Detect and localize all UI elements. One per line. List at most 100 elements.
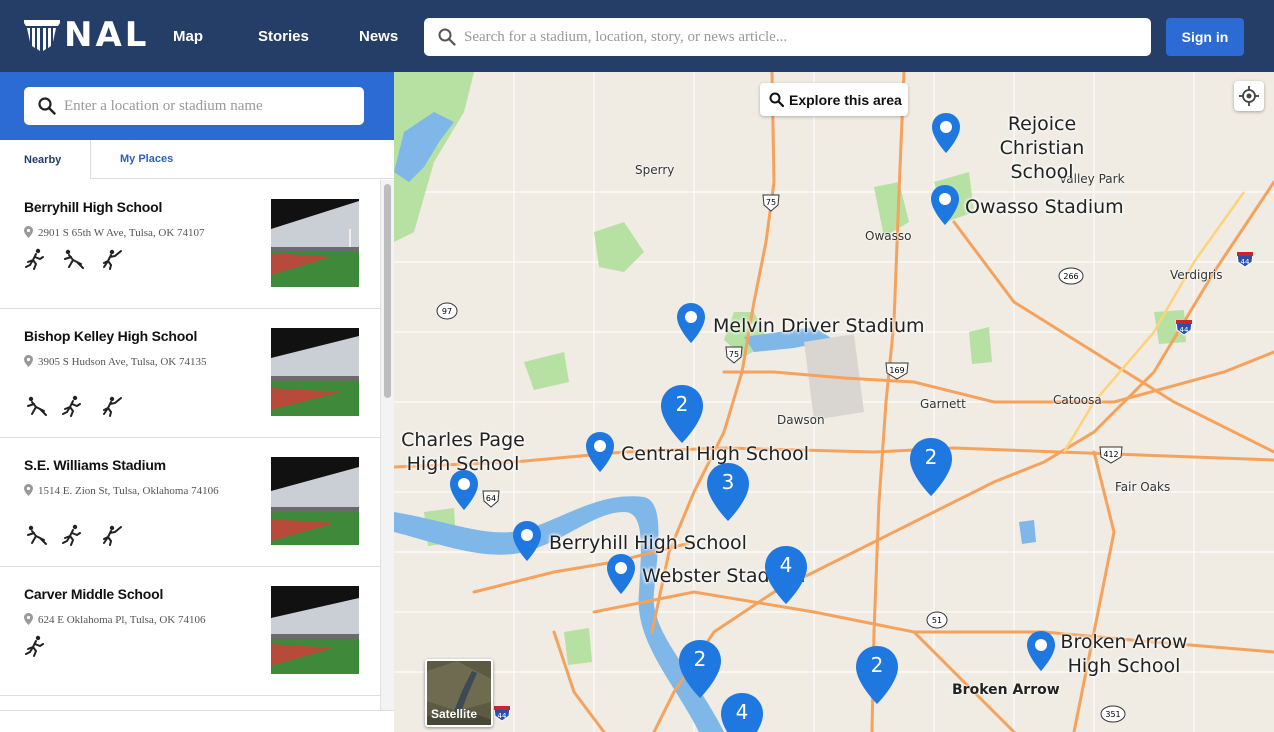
top-navigation-bar: NAL Map Stories News Sign in [0,0,1274,72]
list-item[interactable]: Bishop Kelley High School 3905 S Hudson … [0,309,380,438]
location-pin-icon [24,613,33,625]
sports-icons [24,524,132,548]
running-icon [62,524,82,546]
cluster-count: 2 [870,653,884,677]
cluster-count: 2 [693,647,707,671]
cluster-marker[interactable]: 4 [764,545,808,605]
place-label-verdigris: Verdigris [1170,268,1223,282]
stadium-label-rejoice-christian[interactable]: Rejoice Christian School [966,112,1118,184]
svg-text:44: 44 [1180,326,1189,334]
svg-text:64: 64 [486,494,496,503]
tab-nearby[interactable]: Nearby [0,140,91,179]
cluster-marker[interactable]: 2 [678,639,722,699]
state-highway-shield-icon: 266 [1058,267,1084,285]
throwing-icon [102,249,122,270]
sidebar-tabs: Nearby My Places [0,140,394,179]
tab-my-places[interactable]: My Places [91,140,201,179]
stadium-marker-icon[interactable] [449,469,479,511]
cluster-count: 4 [779,553,793,577]
stadium-label-berryhill[interactable]: Berryhill High School [549,531,747,555]
nav-news-link[interactable]: News [359,28,398,45]
place-label-dawson: Dawson [777,413,825,427]
global-search-input[interactable] [464,18,1144,56]
sports-icons [24,248,132,272]
stadium-label-broken-arrow-hs[interactable]: Broken Arrow High School [1059,630,1189,678]
running-icon [25,248,44,270]
search-icon [438,28,456,46]
stadium-address: 624 E Oklahoma Pl, Tulsa, OK 74106 [38,614,206,626]
list-scrollbar[interactable] [380,180,394,710]
satellite-label: Satellite [431,707,478,721]
stadium-marker-icon[interactable] [676,302,706,344]
list-item[interactable]: S.E. Williams Stadium 1514 E. Zion St, T… [0,438,380,567]
cluster-marker[interactable]: 2 [660,384,704,444]
location-pin-icon [24,226,33,238]
stadium-name: Carver Middle School [24,586,164,602]
stadium-name: S.E. Williams Stadium [24,457,166,473]
svg-text:51: 51 [932,616,942,625]
stadium-marker-icon[interactable] [512,520,542,562]
sliding-icon [64,249,85,269]
search-icon [38,97,56,115]
location-pin-icon [24,355,33,367]
tab-nearby-label: Nearby [24,154,62,166]
stadium-list: Berryhill High School 2901 S 65th W Ave,… [0,180,380,732]
place-label-broken-arrow: Broken Arrow [952,682,1060,698]
location-search-input[interactable] [64,87,354,125]
crosshair-icon [1239,86,1259,106]
cluster-marker[interactable]: 2 [855,645,899,705]
stadium-label-owasso[interactable]: Owasso Stadium [965,195,1124,219]
stadium-label-melvin-driver[interactable]: Melvin Driver Stadium [713,314,925,338]
cluster-marker[interactable]: 2 [909,437,953,497]
explore-area-button[interactable]: Explore this area [760,83,908,116]
svg-text:412: 412 [1103,450,1118,459]
throwing-icon [102,396,122,417]
us-highway-shield-icon: 169 [885,362,909,380]
nal-logo[interactable]: NAL [24,15,150,56]
nav-stories-link[interactable]: Stories [258,28,309,45]
stadium-marker-icon[interactable] [606,553,636,595]
map-view[interactable]: Sperry Valley Park Owasso Verdigris Daws… [394,72,1274,732]
place-label-sperry: Sperry [635,163,675,177]
throwing-icon [102,525,122,546]
state-highway-shield-icon: 51 [926,611,948,629]
stadium-photo [271,199,359,287]
stadium-marker-icon[interactable] [1026,630,1056,672]
sign-in-button[interactable]: Sign in [1166,18,1244,56]
svg-text:351: 351 [1105,710,1120,719]
search-icon [769,92,784,107]
satellite-toggle[interactable]: Satellite [425,659,493,727]
stadium-marker-icon[interactable] [931,112,961,154]
svg-text:75: 75 [766,198,776,207]
list-item[interactable]: Berryhill High School 2901 S 65th W Ave,… [0,180,380,309]
logo-text: NAL [64,15,150,55]
running-icon [25,635,44,657]
explore-area-label: Explore this area [789,92,902,108]
interstate-shield-icon: 44 [1175,320,1193,336]
stadium-marker-icon[interactable] [930,184,960,226]
list-item[interactable]: Carver Middle School 624 E Oklahoma Pl, … [0,567,380,696]
stadium-marker-icon[interactable] [585,431,615,473]
cluster-marker[interactable]: 4 [720,692,764,732]
svg-text:97: 97 [442,307,452,316]
cluster-count: 3 [721,470,735,494]
scrollbar-thumb[interactable] [384,184,391,398]
nav-map-link[interactable]: Map [173,28,203,45]
locate-me-button[interactable] [1234,81,1264,111]
cluster-count: 2 [675,392,689,416]
us-highway-shield-icon: 75 [762,194,780,212]
stadium-name: Berryhill High School [24,199,163,215]
location-pin-icon [24,484,33,496]
stadium-photo [271,586,359,674]
sports-icons [24,635,57,659]
sliding-icon [27,396,47,416]
us-highway-shield-icon: 75 [725,346,743,364]
place-label-catoosa: Catoosa [1053,393,1102,407]
svg-text:44: 44 [1241,258,1250,266]
cluster-marker[interactable]: 3 [706,462,750,522]
stadium-photo [271,328,359,416]
cluster-count: 4 [735,700,749,724]
sidebar-footer [0,710,394,732]
shield-logo-icon [24,20,60,51]
interstate-shield-icon: 44 [1236,252,1254,268]
